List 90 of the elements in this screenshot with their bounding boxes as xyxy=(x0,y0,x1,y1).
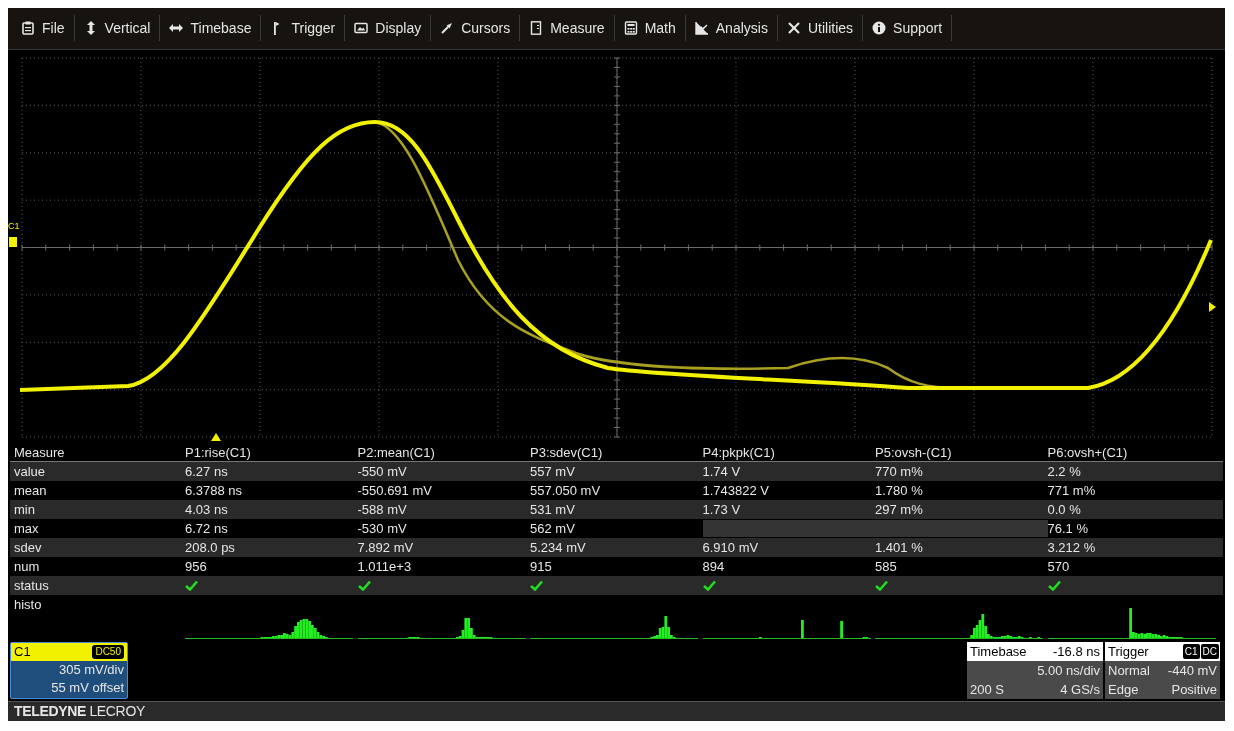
clipboard-icon xyxy=(21,21,35,36)
table-cell-text: 1.73 V xyxy=(702,501,742,520)
menu-item[interactable]: Utilities xyxy=(777,15,864,42)
row-label: min xyxy=(13,501,36,520)
trigger-mode: Normal xyxy=(1108,662,1150,681)
row-label: value xyxy=(13,463,47,482)
info-icon xyxy=(872,21,887,36)
table-cell-text: 3.212 % xyxy=(1047,539,1097,558)
table-cell-text: -530 mV xyxy=(357,520,408,539)
sample-count: 200 S xyxy=(970,681,1004,700)
channel-marker-label: C1 xyxy=(8,221,20,231)
coupling-badge: DC50 xyxy=(92,645,124,660)
menu-item[interactable]: Display xyxy=(345,15,432,42)
table-cell-text: 208.0 ps xyxy=(185,539,236,558)
channel-offset-marker xyxy=(9,236,17,247)
calculator-icon xyxy=(623,21,638,36)
table-cell-text: 585 xyxy=(875,558,898,577)
table-cell-text: 2.2 % xyxy=(1047,463,1082,482)
menu-item[interactable]: Measure xyxy=(520,15,615,42)
table-cell-text: 894 xyxy=(702,558,726,577)
row-label: sdev xyxy=(13,539,43,558)
row-label: histo xyxy=(13,596,43,615)
timebase-delay: -16.8 ns xyxy=(1053,643,1100,661)
channel-descriptor-box[interactable]: C1 DC50 305 mV/div 55 mV offset xyxy=(10,642,128,700)
table-cell-text: 771 m% xyxy=(1047,482,1097,501)
table-cell-text: 4.03 ns xyxy=(185,501,229,520)
table-cell-text: 7.892 mV xyxy=(357,539,415,558)
table-cell-text: 297 m% xyxy=(875,501,924,520)
trigger-slope: Positive xyxy=(1171,681,1217,700)
trigger-label: Trigger xyxy=(1108,643,1149,661)
table-cell-text: 6.3788 ns xyxy=(185,482,244,501)
table-cell-text: 6.72 ns xyxy=(185,520,229,539)
table-cell-text: 1.743822 V xyxy=(702,482,770,501)
row-label: max xyxy=(13,520,40,539)
table-cell-text: 6.27 ns xyxy=(185,463,229,482)
table-cell-text: 1.780 % xyxy=(875,482,924,501)
menu-item[interactable]: File xyxy=(12,15,75,42)
table-cell-text: -588 mV xyxy=(357,501,408,520)
menu-item[interactable]: Cursors xyxy=(431,15,521,42)
column-header: P4:pkpk(C1) xyxy=(702,444,776,463)
table-cell-text: 562 mV xyxy=(530,520,576,539)
trigger-descriptor-box[interactable]: Trigger C1 DC Normal -440 mV Edge Positive xyxy=(1105,642,1220,700)
vertical-scale: 305 mV/div xyxy=(57,661,125,680)
trigger-coupling-badge: DC xyxy=(1200,644,1219,660)
trigger-level-marker-icon xyxy=(1209,301,1216,312)
arrow-icon xyxy=(440,21,455,36)
table-cell-text: 0.0 % xyxy=(1047,501,1082,520)
table-cell-text: 557.050 mV xyxy=(530,482,602,501)
table-cell-text: 5.234 mV xyxy=(530,539,587,558)
table-header: Measure xyxy=(13,444,66,463)
trigger-time-marker-icon xyxy=(211,432,221,441)
row-label: status xyxy=(13,577,50,596)
row-label: num xyxy=(13,558,41,577)
sample-rate: 4 GS/s xyxy=(1060,681,1100,700)
timebase-label: Timebase xyxy=(970,643,1027,661)
table-cell-text: 570 xyxy=(1047,558,1071,577)
menu-item[interactable]: Analysis xyxy=(685,15,778,42)
trigger-level: -440 mV xyxy=(1167,662,1217,681)
table-cell-text: 1.401 % xyxy=(875,539,924,558)
menu-item[interactable]: Trigger xyxy=(261,15,346,42)
table-cell-text: 1.74 V xyxy=(702,463,742,482)
table-cell-text: 770 m% xyxy=(875,463,924,482)
menu-item[interactable]: Timebase xyxy=(160,15,262,42)
table-cell-text: 1.011e+3 xyxy=(357,558,413,577)
menu-item[interactable]: Vertical xyxy=(74,15,161,42)
channel-name: C1 xyxy=(14,643,31,662)
document-icon xyxy=(529,21,544,36)
table-cell-text: 956 xyxy=(185,558,208,577)
table-cell-text: -550.691 mV xyxy=(357,482,433,501)
trigger-type: Edge xyxy=(1108,681,1139,700)
timebase-descriptor-box[interactable]: Timebase -16.8 ns 5.00 ns/div 200 S 4 GS/s xyxy=(967,642,1103,700)
table-cell-text: 76.1 % xyxy=(1047,520,1089,539)
menu-item[interactable]: Math xyxy=(614,15,686,42)
brand-logo: TELEDYNE LECROY xyxy=(14,702,145,721)
column-header: P5:ovsh-(C1) xyxy=(875,444,953,463)
display-icon xyxy=(354,21,369,36)
menu-item[interactable]: Support xyxy=(863,15,953,42)
table-cell-text: 531 mV xyxy=(530,501,576,520)
table-cell-text: -550 mV xyxy=(357,463,408,482)
table-cell-text: 557 mV xyxy=(530,463,576,482)
trigger-source-badge: C1 xyxy=(1182,644,1200,660)
table-cell-text: 6.910 mV xyxy=(702,539,760,558)
table-cell-text: 915 xyxy=(530,558,553,577)
time-per-division: 5.00 ns/div xyxy=(1036,662,1101,681)
vertical-offset: 55 mV offset xyxy=(50,679,125,698)
column-header: P3:sdev(C1) xyxy=(530,444,604,463)
column-header: P6:ovsh+(C1) xyxy=(1047,444,1129,463)
column-header: P1:rise(C1) xyxy=(185,444,252,463)
row-label: mean xyxy=(13,482,48,501)
column-header: P2:mean(C1) xyxy=(357,444,436,463)
